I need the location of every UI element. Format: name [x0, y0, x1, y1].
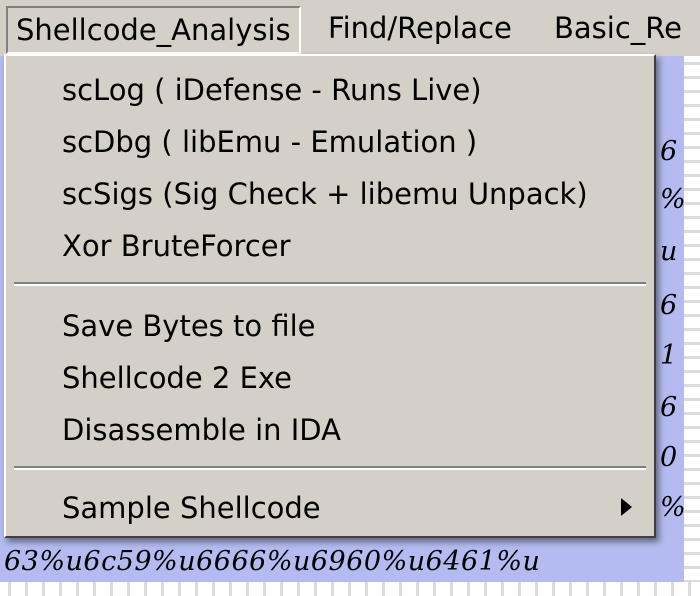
doc-text: 6 — [660, 290, 678, 321]
menu-item-disassemble-ida[interactable]: Disassemble in IDA — [62, 408, 638, 452]
menu-find-replace[interactable]: Find/Replace — [320, 6, 520, 50]
menu-separator — [14, 466, 646, 470]
menu-item-scsigs[interactable]: scSigs (Sig Check + libemu Unpack) — [62, 172, 638, 216]
menu-basic-re[interactable]: Basic_Re — [546, 6, 690, 50]
menu-item-shellcode-2-exe[interactable]: Shellcode 2 Exe — [62, 356, 638, 400]
doc-text: 0 — [660, 442, 678, 473]
menu-item-xor-bruteforcer[interactable]: Xor BruteForcer — [62, 224, 638, 268]
submenu-arrow-icon — [621, 498, 632, 516]
torn-edge-bottom — [0, 582, 700, 596]
torn-edge-right — [684, 56, 700, 596]
doc-text: 6 — [660, 392, 678, 423]
shellcode-analysis-dropdown: scLog ( iDefense - Runs Live) scDbg ( li… — [4, 54, 656, 538]
menu-item-save-bytes[interactable]: Save Bytes to file — [62, 304, 638, 348]
menu-item-sample-shellcode[interactable]: Sample Shellcode — [62, 486, 638, 530]
doc-text-line: 63%u6c59%u6666%u6960%u6461%u — [4, 546, 541, 577]
doc-text: % — [660, 184, 686, 215]
doc-text: 1 — [660, 340, 678, 371]
menu-item-sclog[interactable]: scLog ( iDefense - Runs Live) — [62, 68, 638, 112]
doc-text: % — [660, 492, 686, 523]
menu-item-scdbg[interactable]: scDbg ( libEmu - Emulation ) — [62, 120, 638, 164]
menu-shellcode-analysis[interactable]: Shellcode_Analysis — [6, 6, 301, 54]
menu-separator — [14, 282, 646, 286]
menu-bar: Shellcode_Analysis Find/Replace Basic_Re — [0, 0, 700, 57]
doc-text: u — [660, 236, 678, 267]
doc-text: 6 — [660, 136, 678, 167]
